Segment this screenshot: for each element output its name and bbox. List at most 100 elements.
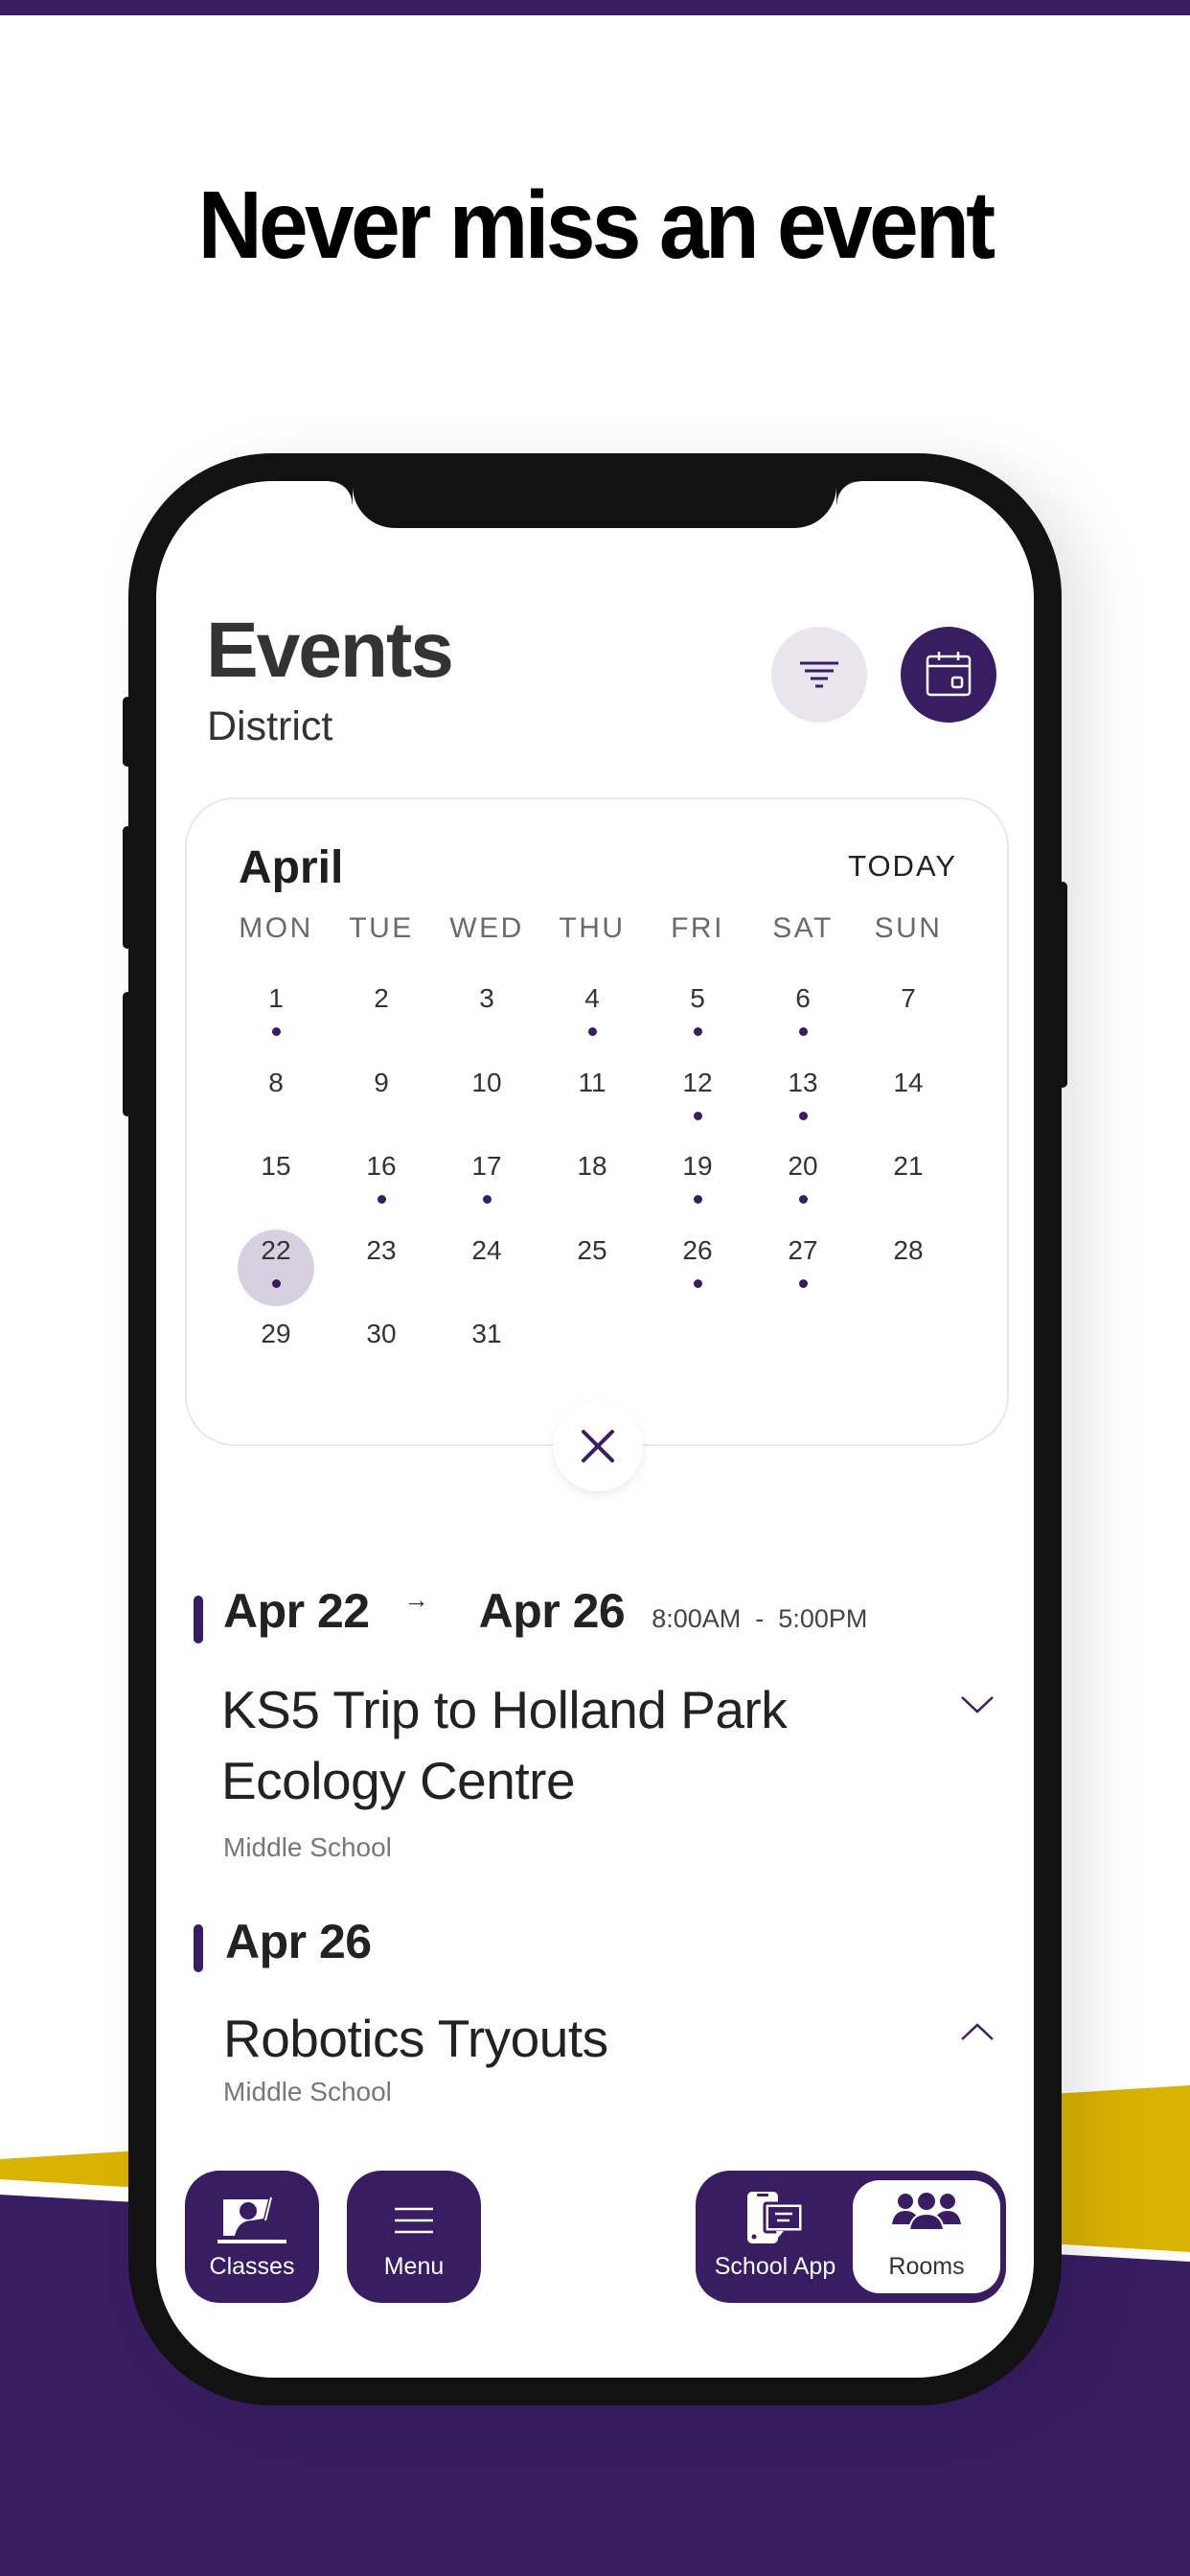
app-switcher: School App Rooms — [696, 2171, 1006, 2303]
calendar-day-24[interactable]: 24 — [434, 1224, 539, 1308]
calendar-day-18[interactable]: 18 — [539, 1139, 645, 1224]
calendar-day-27[interactable]: 27 — [750, 1224, 856, 1308]
event-indicator-dot — [798, 1111, 808, 1120]
calendar-day-4[interactable]: 4 — [539, 972, 645, 1056]
phone-screen: Events District April TODAY MON TUE WED — [156, 481, 1034, 2378]
calendar-day-8[interactable]: 8 — [223, 1056, 329, 1140]
event-indicator-dot — [693, 1027, 702, 1036]
calendar-day-29[interactable]: 29 — [223, 1307, 329, 1392]
weekday-mon: MON — [239, 912, 313, 944]
event-indicator-dot — [693, 1278, 702, 1288]
calendar-day-19[interactable]: 19 — [645, 1139, 750, 1224]
rooms-tab[interactable]: Rooms — [853, 2180, 1000, 2293]
classes-button[interactable]: Classes — [185, 2171, 319, 2303]
calendar-month: April — [239, 842, 344, 893]
calendar-day-16[interactable]: 16 — [329, 1139, 434, 1224]
calendar-day-2[interactable]: 2 — [329, 972, 434, 1056]
event-indicator-dot — [798, 1027, 808, 1036]
phone-notch — [330, 481, 859, 528]
menu-label: Menu — [383, 2253, 445, 2280]
day-number: 28 — [893, 1234, 924, 1265]
event-organization: Middle School — [223, 1832, 392, 1862]
classes-icon — [217, 2193, 286, 2243]
day-number: 12 — [682, 1067, 713, 1097]
rooms-icon — [892, 2192, 961, 2230]
event-accent-bar — [194, 1924, 203, 1972]
calendar-day-15[interactable]: 15 — [223, 1139, 329, 1224]
page-subtitle: District — [207, 703, 333, 749]
event-indicator-dot — [482, 1195, 492, 1204]
day-number: 17 — [471, 1151, 502, 1181]
day-number: 24 — [471, 1234, 502, 1265]
weekday-sat: SAT — [772, 912, 834, 944]
event-title[interactable]: KS5 Trip to Holland Park Ecology Centre — [221, 1674, 950, 1816]
calendar-day-10[interactable]: 10 — [434, 1056, 539, 1140]
event-title[interactable]: Robotics Tryouts — [223, 2003, 951, 2074]
event-indicator-dot — [271, 1278, 281, 1288]
collapse-calendar-button[interactable] — [553, 1401, 643, 1491]
calendar-day-25[interactable]: 25 — [539, 1224, 645, 1308]
calendar-day-13[interactable]: 13 — [750, 1056, 856, 1140]
calendar-day-5[interactable]: 5 — [645, 972, 750, 1056]
today-button[interactable]: TODAY — [848, 849, 957, 884]
chevron-up-icon[interactable] — [961, 2022, 994, 2041]
calendar-day-22[interactable]: 22 — [223, 1224, 329, 1308]
calendar-day-9[interactable]: 9 — [329, 1056, 434, 1140]
weekday-header: MON TUE WED THU FRI SAT SUN — [223, 912, 961, 945]
calendar-day-28[interactable]: 28 — [856, 1224, 961, 1308]
day-number: 31 — [471, 1319, 502, 1348]
day-number: 23 — [366, 1234, 397, 1265]
day-number: 2 — [374, 983, 389, 1013]
calendar-day-14[interactable]: 14 — [856, 1056, 961, 1140]
weekday-sun: SUN — [874, 912, 943, 944]
event-indicator-dot — [377, 1195, 386, 1204]
event-end-date: Apr 26 — [478, 1584, 626, 1638]
day-number: 11 — [578, 1067, 606, 1097]
event-indicator-dot — [693, 1111, 702, 1120]
event-indicator-dot — [271, 1027, 281, 1036]
day-number: 29 — [261, 1319, 291, 1348]
day-number: 6 — [795, 983, 811, 1013]
filter-button[interactable] — [771, 627, 867, 723]
calendar-day-30[interactable]: 30 — [329, 1307, 434, 1392]
weekday-wed: WED — [449, 912, 524, 944]
calendar-day-26[interactable]: 26 — [645, 1224, 750, 1308]
day-number: 8 — [268, 1067, 284, 1097]
day-number: 18 — [577, 1151, 607, 1181]
close-icon — [582, 1430, 614, 1462]
calendar-day-7[interactable]: 7 — [856, 972, 961, 1056]
calendar-day-23[interactable]: 23 — [329, 1224, 434, 1308]
menu-icon — [395, 2207, 433, 2234]
menu-button[interactable]: Menu — [347, 2171, 481, 2303]
weekday-thu: THU — [559, 912, 626, 944]
calendar-day-21[interactable]: 21 — [856, 1139, 961, 1224]
filter-icon — [800, 661, 838, 688]
school-app-label: School App — [714, 2253, 836, 2280]
calendar-day-31[interactable]: 31 — [434, 1307, 539, 1392]
calendar-day-11[interactable]: 11 — [539, 1056, 645, 1140]
event-accent-bar — [194, 1596, 203, 1644]
school-app-icon — [747, 2192, 805, 2243]
calendar-days-grid: 1 2 3 4 5 6 7 8 9 10 11 12 13 14 15 16 17 18 19 20 21 22 23 24 2… — [223, 972, 961, 1392]
day-number: 25 — [577, 1234, 607, 1265]
event-indicator-dot — [798, 1278, 808, 1288]
chevron-down-icon[interactable] — [961, 1695, 994, 1714]
calendar-day-20[interactable]: 20 — [750, 1139, 856, 1224]
calendar-day-1[interactable]: 1 — [223, 972, 329, 1056]
day-number: 27 — [788, 1234, 818, 1265]
day-number: 3 — [479, 983, 494, 1013]
calendar-day-12[interactable]: 12 — [645, 1056, 750, 1140]
event-indicator-dot — [693, 1195, 702, 1204]
calendar-day-6[interactable]: 6 — [750, 972, 856, 1056]
school-app-tab[interactable]: School App — [701, 2180, 849, 2293]
calendar-day-17[interactable]: 17 — [434, 1139, 539, 1224]
calendar-day-3[interactable]: 3 — [434, 972, 539, 1056]
calendar-icon — [926, 652, 972, 697]
calendar-view-button[interactable] — [901, 627, 996, 723]
rooms-label: Rooms — [888, 2253, 965, 2280]
day-number: 21 — [893, 1151, 924, 1181]
event-indicator-dot — [798, 1195, 808, 1204]
day-number: 9 — [374, 1067, 389, 1097]
day-number: 14 — [893, 1067, 924, 1097]
day-number: 15 — [261, 1151, 291, 1181]
